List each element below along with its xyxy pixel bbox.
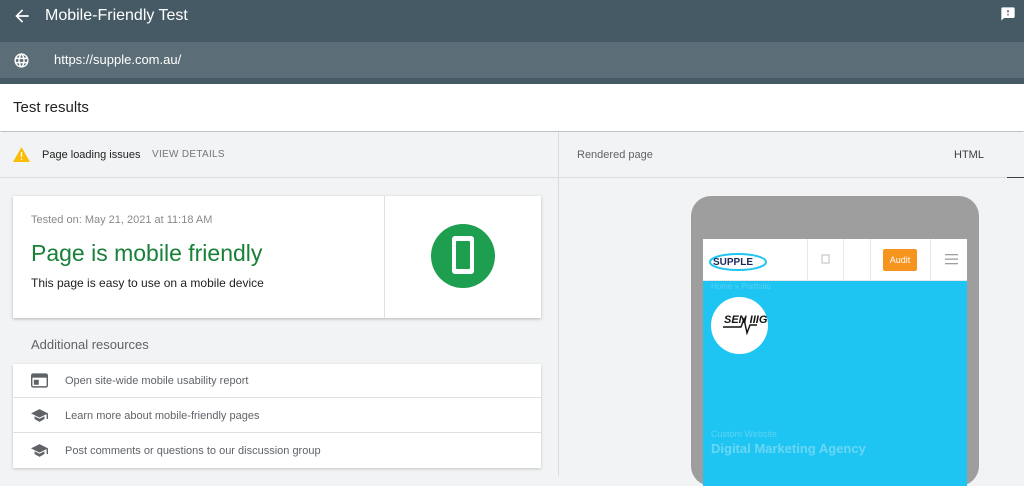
result-card: Tested on: May 21, 2021 at 11:18 AM Page… [13, 196, 541, 318]
card-divider [384, 196, 385, 318]
feedback-icon[interactable] [1000, 6, 1016, 22]
arrow-back-icon[interactable] [12, 6, 32, 26]
app-title: Mobile-Friendly Test [45, 7, 188, 24]
site-breadcrumb: Home » Portfolio [711, 282, 771, 291]
page-loading-issues-bar: Page loading issues VIEW DETAILS [0, 132, 558, 178]
globe-icon [14, 53, 29, 68]
rendered-page-label: Rendered page [577, 149, 653, 161]
url-bar[interactable]: https://supple.com.au/ [0, 42, 1024, 78]
site-header-cell [843, 239, 870, 281]
resource-label: Open site-wide mobile usability report [65, 375, 249, 387]
site-hero-subtitle: Custom Website [711, 429, 777, 439]
tested-on-timestamp: Tested on: May 21, 2021 at 11:18 AM [31, 214, 213, 226]
school-icon [31, 409, 48, 422]
school-icon [31, 444, 48, 457]
resource-discussion-group[interactable]: Post comments or questions to our discus… [13, 434, 541, 468]
site-hero: Home » Portfolio SEN IIIG Custom Website… [703, 281, 967, 486]
resource-usability-report[interactable]: Open site-wide mobile usability report [13, 364, 541, 398]
audit-button[interactable]: Audit [883, 249, 917, 271]
results-header: Test results [0, 84, 1024, 131]
site-hero-title: Digital Marketing Agency [711, 441, 866, 456]
mobile-phone-icon [452, 236, 474, 274]
client-logo: SEN IIIG [711, 297, 768, 354]
phone-frame: SUPPLE Audit Home » Portfolio SEN IIIG C… [691, 196, 979, 486]
tab-html[interactable]: HTML [954, 149, 984, 161]
resource-learn-more[interactable]: Learn more about mobile-friendly pages [13, 399, 541, 433]
resource-label: Learn more about mobile-friendly pages [65, 410, 260, 422]
svg-text:SUPPLE: SUPPLE [713, 257, 753, 268]
left-pane: Page loading issues VIEW DETAILS Tested … [0, 132, 558, 476]
url-text: https://supple.com.au/ [54, 52, 182, 67]
site-logo: SUPPLE [709, 253, 767, 271]
resource-label: Post comments or questions to our discus… [65, 445, 321, 457]
view-details-button[interactable]: VIEW DETAILS [152, 149, 225, 160]
resources-list: Open site-wide mobile usability report L… [13, 364, 541, 468]
report-icon [31, 373, 48, 388]
site-header-cell [807, 239, 843, 281]
additional-resources-title: Additional resources [31, 337, 149, 352]
site-header: SUPPLE Audit [703, 239, 967, 281]
mobile-friendly-description: This page is easy to use on a mobile dev… [31, 276, 264, 290]
mobile-friendly-badge [431, 224, 495, 288]
svg-text:SEN IIIG: SEN IIIG [724, 314, 768, 326]
right-pane: Rendered page HTML SUPPLE Audit Home » P… [559, 132, 1024, 486]
app-bar: Mobile-Friendly Test https://supple.com.… [0, 0, 1024, 84]
rendered-screenshot[interactable]: SUPPLE Audit Home » Portfolio SEN IIIG C… [703, 239, 967, 486]
tab-indicator [1007, 177, 1024, 178]
warning-icon [13, 147, 30, 162]
rendered-page-header: Rendered page HTML [559, 132, 1024, 178]
results-title: Test results [13, 99, 89, 116]
client-logo-mark: SEN IIIG [723, 314, 768, 336]
issues-label: Page loading issues [42, 149, 141, 161]
mobile-friendly-headline: Page is mobile friendly [31, 240, 263, 266]
search-icon [821, 254, 830, 264]
hamburger-menu-icon[interactable] [945, 253, 958, 265]
